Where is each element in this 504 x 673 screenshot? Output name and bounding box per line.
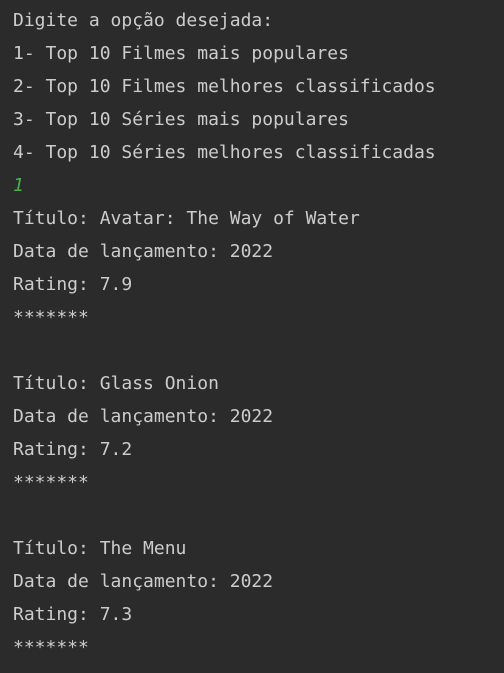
menu-option-4: 4- Top 10 Séries melhores classificadas (13, 142, 436, 163)
result-2-rating: Rating: 7.2 (13, 439, 133, 460)
result-2-title: Título: Glass Onion (13, 373, 219, 394)
result-3-rating: Rating: 7.3 (13, 604, 133, 625)
user-input: 1 (13, 175, 24, 196)
prompt-text: Digite a opção desejada: (13, 10, 274, 31)
menu-option-2: 2- Top 10 Filmes melhores classificados (13, 76, 436, 97)
result-3-release: Data de lançamento: 2022 (13, 571, 274, 592)
menu-option-3: 3- Top 10 Séries mais populares (13, 109, 349, 130)
result-2-release: Data de lançamento: 2022 (13, 406, 274, 427)
result-1-title: Título: Avatar: The Way of Water (13, 208, 360, 229)
result-1-rating: Rating: 7.9 (13, 274, 133, 295)
result-1-separator: ******* (13, 307, 89, 328)
menu-option-1: 1- Top 10 Filmes mais populares (13, 43, 349, 64)
result-3-separator: ******* (13, 637, 89, 658)
result-3-title: Título: The Menu (13, 538, 187, 559)
result-2-separator: ******* (13, 472, 89, 493)
result-1-release: Data de lançamento: 2022 (13, 241, 274, 262)
console-output[interactable]: Digite a opção desejada: 1- Top 10 Filme… (0, 0, 504, 673)
